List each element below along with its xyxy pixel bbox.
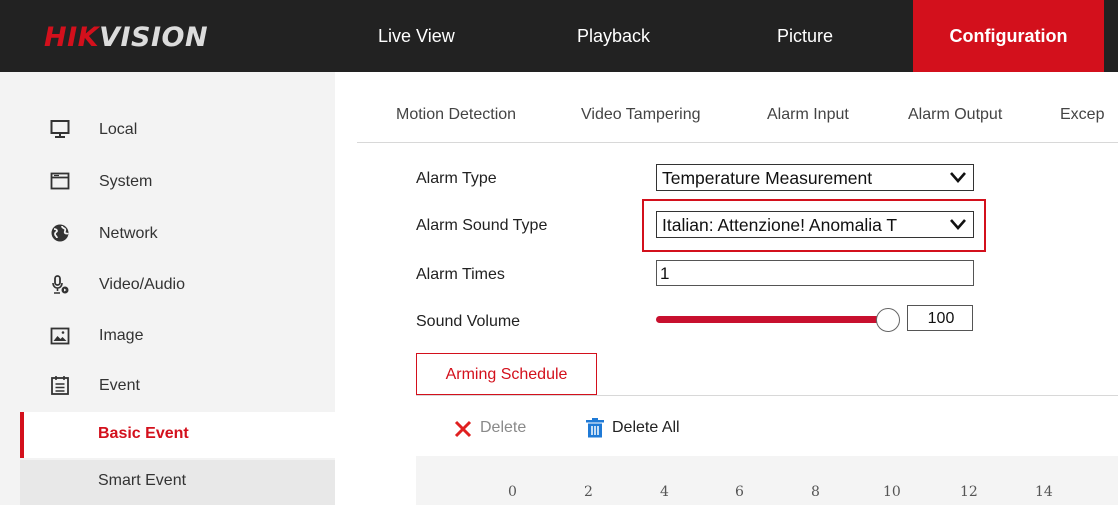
hour-tick-label: 8	[811, 484, 820, 500]
sound-volume-label: Sound Volume	[416, 313, 521, 330]
tab-arming-schedule[interactable]: Arming Schedule	[416, 353, 597, 395]
tab-alarm-output[interactable]: Alarm Output	[908, 106, 1002, 124]
tab-arming-schedule-label: Arming Schedule	[445, 366, 568, 383]
alarm-sound-type-select[interactable]: Italian: Attenzione! Anomalia T	[656, 211, 974, 238]
hikvision-logo: HIKVISION	[44, 22, 208, 53]
hour-tick-label: 14	[1035, 484, 1053, 500]
calendar-icon	[51, 376, 69, 395]
schedule-grid-header	[416, 456, 1118, 505]
sound-volume-slider-handle[interactable]	[876, 308, 900, 332]
sound-volume-input[interactable]: 100	[907, 305, 973, 331]
alarm-sound-type-value: Italian: Attenzione! Anomalia T	[662, 215, 898, 235]
window-icon	[50, 172, 70, 190]
nav-picture[interactable]: Picture	[777, 0, 833, 72]
tab-motion-detection[interactable]: Motion Detection	[396, 106, 516, 124]
monitor-icon	[50, 120, 70, 138]
sidebar-item-event[interactable]: Event	[0, 364, 335, 408]
alarm-times-value: 1	[660, 264, 670, 283]
sound-volume-slider[interactable]	[656, 316, 883, 323]
sidebar-subitem-label: Smart Event	[98, 472, 187, 489]
sidebar-item-label: Local	[99, 121, 138, 138]
delete-all-label: Delete All	[612, 419, 680, 436]
image-icon	[50, 327, 70, 345]
tab-alarm-input[interactable]: Alarm Input	[767, 106, 849, 124]
alarm-times-label: Alarm Times	[416, 266, 505, 283]
tab-exception[interactable]: Excep	[1060, 106, 1104, 124]
sidebar-item-label: Event	[99, 377, 140, 394]
hour-tick-label: 10	[883, 484, 901, 500]
divider	[416, 395, 1118, 396]
sidebar-item-network[interactable]: Network	[0, 212, 335, 256]
sidebar-subitem-label: Basic Event	[98, 425, 189, 442]
chevron-down-icon	[950, 172, 966, 183]
alarm-type-label: Alarm Type	[416, 170, 497, 187]
sidebar-item-system[interactable]: System	[0, 160, 335, 204]
sidebar-item-image[interactable]: Image	[0, 314, 335, 358]
nav-configuration[interactable]: Configuration	[913, 0, 1104, 72]
sidebar-item-local[interactable]: Local	[0, 108, 335, 152]
sidebar-subitem-smart-event[interactable]: Smart Event	[20, 460, 335, 505]
sidebar-item-video-audio[interactable]: Video/Audio	[0, 263, 335, 307]
hour-tick-label: 4	[660, 484, 669, 500]
globe-icon	[51, 224, 69, 242]
top-navigation-bar: HIKVISION Live View Playback Picture Con…	[0, 0, 1118, 72]
sidebar-item-label: Video/Audio	[99, 276, 185, 293]
sidebar-subitem-basic-event[interactable]: Basic Event	[20, 412, 335, 458]
event-tabs: Motion Detection Video Tampering Alarm I…	[357, 98, 1118, 143]
sidebar-item-label: System	[99, 173, 153, 190]
alarm-type-select[interactable]: Temperature Measurement	[656, 164, 974, 191]
chevron-down-icon	[950, 219, 966, 230]
tab-video-tampering[interactable]: Video Tampering	[581, 106, 701, 124]
trash-icon	[586, 418, 604, 438]
sidebar-item-label: Network	[99, 225, 158, 242]
microphone-icon	[52, 275, 69, 294]
logo-vision: VISION	[99, 22, 209, 53]
hour-tick-label: 0	[508, 484, 517, 500]
alarm-sound-type-label: Alarm Sound Type	[416, 217, 548, 234]
sound-volume-value: 100	[927, 310, 955, 327]
hour-tick-label: 6	[735, 484, 744, 500]
logo-hik: HIK	[44, 22, 100, 53]
nav-playback[interactable]: Playback	[577, 0, 650, 72]
nav-live-view[interactable]: Live View	[378, 0, 455, 72]
delete-x-icon	[454, 420, 472, 438]
hour-tick-label: 2	[584, 484, 593, 500]
sidebar-item-label: Image	[99, 327, 144, 344]
alarm-type-value: Temperature Measurement	[662, 168, 873, 188]
alarm-times-input[interactable]: 1	[656, 260, 974, 286]
delete-label: Delete	[480, 419, 527, 436]
hour-tick-label: 12	[960, 484, 978, 500]
